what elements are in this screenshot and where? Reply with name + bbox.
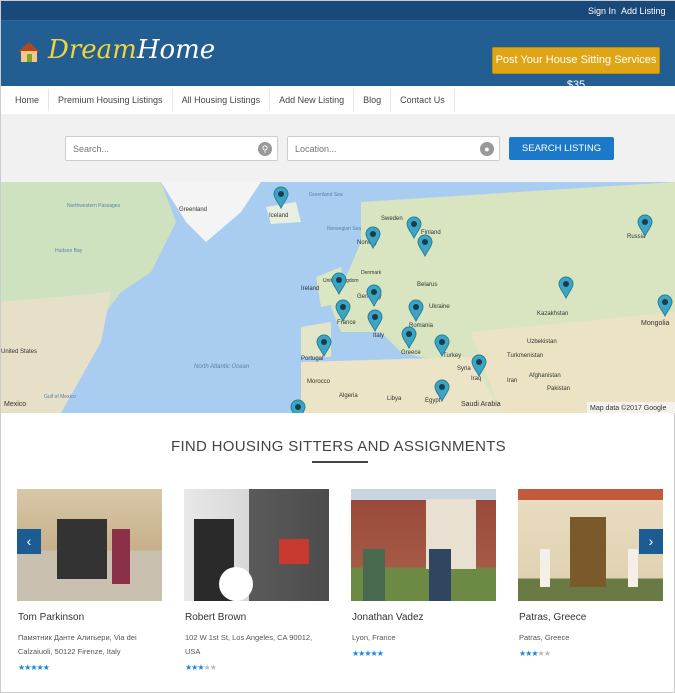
listing-name[interactable]: Tom Parkinson bbox=[18, 612, 162, 623]
listing-name[interactable]: Patras, Greece bbox=[519, 612, 663, 623]
map-label: Iraq bbox=[471, 376, 481, 382]
listing-card[interactable]: Jonathan Vadez Lyon, France ★★★★★ bbox=[351, 489, 496, 658]
map-label: North Atlantic Ocean bbox=[194, 364, 250, 370]
rating-stars: ★★★★★ bbox=[352, 649, 496, 658]
chevron-right-icon: › bbox=[648, 533, 654, 549]
listing-name[interactable]: Jonathan Vadez bbox=[352, 612, 496, 623]
map-label: Turkey bbox=[443, 353, 461, 359]
location-input[interactable] bbox=[288, 137, 468, 160]
add-listing-link[interactable]: Add Listing bbox=[621, 6, 666, 16]
listing-address: Памятник Данте Алигьери, Via dei Calzaiu… bbox=[18, 633, 137, 656]
listing-photo[interactable] bbox=[184, 489, 329, 601]
map-label: Syria bbox=[457, 366, 471, 372]
title-divider bbox=[312, 461, 368, 463]
star-filled-icon: ★ bbox=[42, 663, 50, 672]
map-label: Uzbekistan bbox=[527, 339, 557, 345]
map-label: Libya bbox=[387, 396, 402, 402]
nav-blog[interactable]: Blog bbox=[354, 89, 392, 111]
search-bar: ⚲ ● SEARCH LISTING bbox=[1, 114, 675, 182]
map-label: Mexico bbox=[4, 401, 26, 408]
rating-stars: ★★★★★ bbox=[185, 663, 329, 672]
map-label: Portugal bbox=[301, 356, 323, 362]
listing-card[interactable]: Robert Brown 102 W 1st St, Los Angeles, … bbox=[184, 489, 329, 672]
land-greenland bbox=[161, 182, 261, 242]
map-label: Mongolia bbox=[641, 320, 670, 327]
house-icon bbox=[18, 42, 40, 62]
nav-contact[interactable]: Contact Us bbox=[391, 89, 455, 111]
logo-part2: Home bbox=[136, 35, 216, 65]
main-nav: Home Premium Housing Listings All Housin… bbox=[1, 86, 675, 114]
star-empty-icon: ★ bbox=[543, 649, 551, 658]
map-label: Pakistan bbox=[547, 386, 570, 392]
search-input[interactable] bbox=[66, 137, 246, 160]
rating-stars: ★★★★★ bbox=[18, 663, 162, 672]
carousel-next-button[interactable]: › bbox=[639, 529, 663, 554]
map-label: Morocco bbox=[307, 379, 331, 385]
map-label: Egypt bbox=[425, 398, 441, 404]
search-icon[interactable]: ⚲ bbox=[258, 142, 272, 156]
map-label: Algeria bbox=[339, 393, 358, 399]
carousel-prev-button[interactable]: ‹ bbox=[17, 529, 41, 554]
location-field: ● bbox=[287, 136, 500, 161]
map-attribution: Map data ©2017 Google bbox=[590, 404, 666, 412]
map-label: Iran bbox=[507, 378, 517, 384]
listing-address: Lyon, France bbox=[352, 633, 396, 642]
map-label: Greece bbox=[401, 350, 421, 356]
map-label: Sweden bbox=[381, 216, 403, 222]
map-marker-icon[interactable] bbox=[290, 399, 306, 413]
map-label: Greenland bbox=[179, 207, 207, 213]
map-label: Denmark bbox=[361, 270, 382, 276]
logo[interactable]: DreamHome bbox=[48, 35, 215, 65]
star-empty-icon: ★ bbox=[209, 663, 217, 672]
listing-card[interactable]: Tom Parkinson Памятник Данте Алигьери, V… bbox=[17, 489, 162, 672]
map-label: Gulf of Mexico bbox=[44, 394, 76, 400]
top-bar: Sign In Add Listing bbox=[1, 1, 675, 21]
map-label: Ukraine bbox=[429, 304, 450, 310]
nav-all-listings[interactable]: All Housing Listings bbox=[173, 89, 271, 111]
map-label: Italy bbox=[373, 333, 384, 339]
location-pin-icon: ● bbox=[480, 142, 494, 156]
nav-add-listing[interactable]: Add New Listing bbox=[270, 89, 355, 111]
map-label: Turkmenistan bbox=[507, 353, 543, 359]
section-title: FIND HOUSING SITTERS AND ASSIGNMENTS bbox=[170, 438, 506, 455]
map-label: United States bbox=[1, 349, 37, 355]
logo-part1: Dream bbox=[48, 35, 137, 65]
listing-photo[interactable] bbox=[351, 489, 496, 601]
listing-address: 102 W 1st St, Los Angeles, CA 90012, USA bbox=[185, 633, 313, 656]
listing-name[interactable]: Robert Brown bbox=[185, 612, 329, 623]
listing-address: Patras, Greece bbox=[519, 633, 570, 642]
map-label: Greenland Sea bbox=[309, 192, 343, 198]
map-label: Iceland bbox=[269, 213, 288, 219]
map-label: Northwestern Passages bbox=[67, 203, 121, 209]
header: DreamHome Post Your House Sitting Servic… bbox=[1, 21, 675, 91]
map[interactable]: Greenland Iceland Sweden Norway Finland … bbox=[1, 182, 675, 413]
star-filled-icon: ★ bbox=[376, 649, 384, 658]
map-label: Russia bbox=[627, 234, 646, 240]
post-services-button[interactable]: Post Your House Sitting Services $35 bbox=[492, 47, 660, 91]
map-label: Saudi Arabia bbox=[461, 401, 501, 408]
nav-premium-listings[interactable]: Premium Housing Listings bbox=[49, 89, 173, 111]
map-label: Belarus bbox=[417, 282, 437, 288]
rating-stars: ★★★★★ bbox=[519, 649, 663, 658]
listing-card[interactable]: Patras, Greece Patras, Greece ★★★★★ bbox=[518, 489, 663, 658]
sign-in-link[interactable]: Sign In bbox=[588, 6, 616, 16]
map-label: Ireland bbox=[301, 286, 319, 292]
chevron-left-icon: ‹ bbox=[26, 533, 32, 549]
map-label: Kazakhstan bbox=[537, 311, 568, 317]
search-field: ⚲ bbox=[65, 136, 278, 161]
map-label: Norwegian Sea bbox=[327, 226, 361, 232]
map-label: Afghanistan bbox=[529, 373, 561, 379]
map-label: Hudson Bay bbox=[55, 248, 83, 254]
map-canvas[interactable]: Greenland Iceland Sweden Norway Finland … bbox=[1, 182, 675, 413]
search-listing-button[interactable]: SEARCH LISTING bbox=[509, 137, 614, 160]
nav-home[interactable]: Home bbox=[6, 89, 50, 111]
map-label: France bbox=[337, 320, 356, 326]
